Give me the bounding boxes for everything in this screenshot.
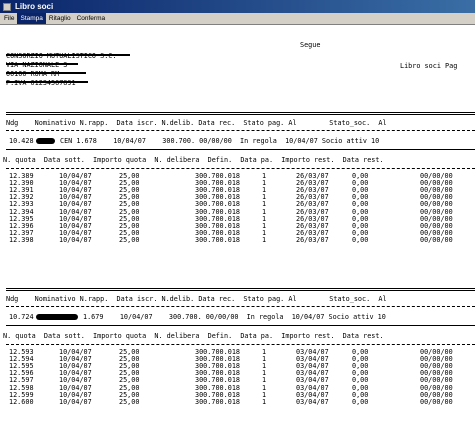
segue-label: Segue: [300, 41, 321, 49]
redaction-mark: [6, 54, 130, 56]
quota-cell: 03/04/07: [296, 397, 329, 406]
quota-cell: 12.600: [9, 397, 34, 406]
quota-cell: 25,00: [119, 397, 140, 406]
report-title: Libro soci Pag: [400, 62, 458, 70]
menu-ritaglio[interactable]: Ritaglio: [46, 13, 74, 24]
member-ndg: 10.724: [9, 313, 34, 321]
section-separator: [6, 288, 475, 291]
app-icon: [3, 2, 11, 11]
redaction-mark: [6, 81, 88, 83]
quota-cell: 300.700.018: [195, 397, 241, 406]
quota-cell: 26/03/07: [296, 235, 329, 244]
redacted-name: [36, 138, 55, 144]
quota-cell: 12.398: [9, 235, 34, 244]
quota-cell: 1: [262, 397, 267, 406]
quota-cell: 300.700.018: [195, 235, 241, 244]
record-separator: [6, 149, 475, 150]
menu-bar: File Stampa Ritaglio Conferma: [0, 13, 475, 25]
member-header-row: Ndg Nominativo N.rapp. Data iscr. N.deli…: [6, 119, 387, 127]
quota-cell: 00/00/00: [420, 235, 453, 244]
quota-cell: 10/04/07: [59, 397, 92, 406]
quota-header-row: N. quota Data sott. Importo quota N. del…: [3, 156, 384, 164]
quota-cell: 0,00: [352, 397, 369, 406]
menu-conferma[interactable]: Conferma: [74, 13, 109, 24]
print-preview: Segue CONSORZIO MUTUALISTICO S.C. VIA NA…: [0, 25, 475, 433]
redaction-mark: [6, 72, 86, 74]
header-underline: [6, 306, 475, 307]
quota-cell: 0,00: [352, 235, 369, 244]
redacted-name: [36, 314, 78, 320]
window-titlebar: Libro soci: [0, 0, 475, 13]
section-separator: [6, 112, 475, 115]
quota-header-underline: [6, 168, 475, 169]
member-header-row: Ndg Nominativo N.rapp. Data iscr. N.deli…: [6, 295, 387, 303]
quota-cell: 1: [262, 235, 267, 244]
redaction-mark: [6, 63, 78, 65]
quota-cell: 25,00: [119, 235, 140, 244]
window-title: Libro soci: [15, 2, 54, 11]
header-underline: [6, 130, 475, 131]
quota-header-underline: [6, 344, 475, 345]
quota-header-row: N. quota Data sott. Importo quota N. del…: [3, 332, 384, 340]
record-separator: [6, 325, 475, 326]
quota-cell: 00/00/00: [420, 397, 453, 406]
menu-file[interactable]: File: [1, 13, 17, 24]
member-record: 1.679 10/04/07 300.700. 00/00/00 In rego…: [83, 313, 386, 321]
menu-stampa[interactable]: Stampa: [17, 13, 46, 24]
quota-cell: 10/04/07: [59, 235, 92, 244]
member-record: CEN 1.678 10/04/07 300.700. 00/00/00 In …: [60, 137, 380, 145]
member-ndg: 10.428: [9, 137, 34, 145]
